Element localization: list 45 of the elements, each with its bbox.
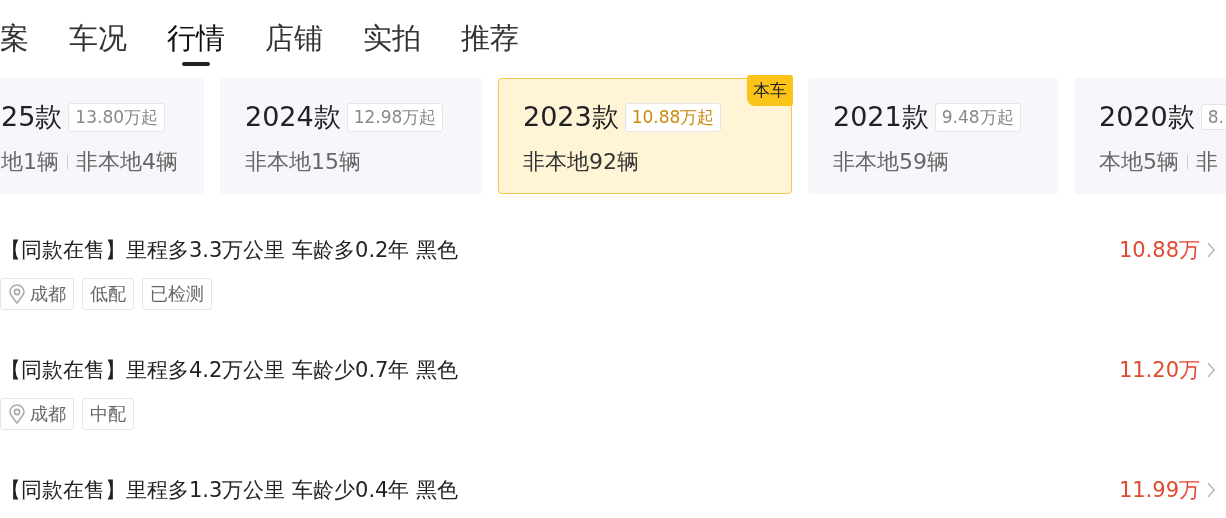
year-card[interactable]: 25款 13.80万起 地1辆 非本地4辆 bbox=[0, 78, 204, 194]
listing-title[interactable]: 【同款在售】里程多1.3万公里 车龄少0.4年 黑色 bbox=[0, 476, 459, 504]
model-year: 2023款 bbox=[523, 100, 619, 134]
year-card[interactable]: 2023款 10.88万起 非本地92辆 本车 bbox=[498, 78, 792, 194]
model-year: 25款 bbox=[1, 100, 63, 134]
model-year: 2024款 bbox=[245, 100, 341, 134]
feature-tag: 已检测 bbox=[142, 278, 212, 310]
model-year: 2020款 bbox=[1099, 100, 1195, 134]
listing-count: 非本地4辆 bbox=[76, 148, 178, 176]
listing-count: 地1辆 bbox=[1, 148, 59, 176]
listing-count: 非本地59辆 bbox=[833, 148, 949, 176]
tab[interactable]: 实拍 bbox=[363, 18, 421, 68]
listing-count: 本地5辆 bbox=[1099, 148, 1179, 176]
listing-title[interactable]: 【同款在售】里程多3.3万公里 车龄多0.2年 黑色 bbox=[0, 236, 459, 264]
starting-price: 13.80万起 bbox=[68, 102, 166, 132]
model-year: 2021款 bbox=[833, 100, 929, 134]
tab[interactable]: 案 bbox=[0, 18, 29, 68]
year-card[interactable]: 2020款 8. 本地5辆 非 bbox=[1074, 78, 1226, 194]
starting-price: 12.98万起 bbox=[346, 102, 444, 132]
current-car-badge: 本车 bbox=[747, 75, 793, 106]
feature-tag: 中配 bbox=[82, 398, 134, 430]
location-tag: 成都 bbox=[0, 398, 74, 430]
listing-price: 10.88万 bbox=[1118, 237, 1200, 264]
tab[interactable]: 车况 bbox=[69, 18, 127, 68]
year-card[interactable]: 2021款 9.48万起 非本地59辆 bbox=[808, 78, 1058, 194]
tab[interactable]: 行情 bbox=[167, 18, 225, 68]
year-card[interactable]: 2024款 12.98万起 非本地15辆 bbox=[220, 78, 482, 194]
location-pin-icon bbox=[8, 404, 26, 424]
chevron-right-icon[interactable] bbox=[1206, 360, 1216, 380]
listing-count: 非本地92辆 bbox=[523, 148, 639, 176]
starting-price: 10.88万起 bbox=[624, 102, 722, 132]
listing-price: 11.99万 bbox=[1118, 477, 1200, 504]
listing-price: 11.20万 bbox=[1118, 357, 1200, 384]
feature-tag: 低配 bbox=[82, 278, 134, 310]
starting-price: 9.48万起 bbox=[934, 102, 1021, 132]
location-pin-icon bbox=[8, 284, 26, 304]
location-tag: 成都 bbox=[0, 278, 74, 310]
tab[interactable]: 店铺 bbox=[265, 18, 323, 68]
chevron-right-icon[interactable] bbox=[1206, 240, 1216, 260]
listing-count: 非本地15辆 bbox=[245, 148, 361, 176]
chevron-right-icon[interactable] bbox=[1206, 480, 1216, 500]
listing-count: 非 bbox=[1196, 148, 1218, 176]
starting-price: 8. bbox=[1200, 104, 1226, 130]
listing-title[interactable]: 【同款在售】里程多4.2万公里 车龄少0.7年 黑色 bbox=[0, 356, 459, 384]
tab[interactable]: 推荐 bbox=[461, 18, 519, 68]
